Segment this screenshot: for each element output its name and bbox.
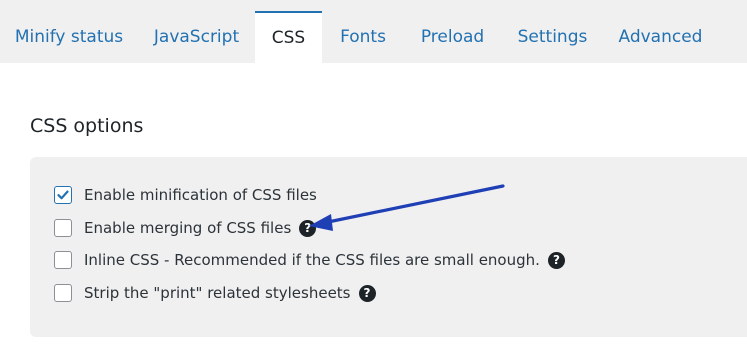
tab-bar: Minify status JavaScript CSS Fonts Prelo… — [0, 0, 747, 63]
option-minify-css: Enable minification of CSS files — [54, 184, 317, 206]
strip-print-label: Strip the "print" related stylesheets — [84, 284, 351, 302]
minify-css-label: Enable minification of CSS files — [84, 186, 317, 204]
checkmark-icon — [57, 190, 69, 200]
tab-javascript[interactable]: JavaScript — [138, 11, 255, 63]
merge-css-checkbox[interactable] — [54, 219, 72, 237]
help-icon[interactable]: ? — [299, 219, 317, 237]
tab-settings[interactable]: Settings — [501, 11, 604, 63]
inline-css-checkbox[interactable] — [54, 251, 72, 269]
help-icon[interactable]: ? — [547, 251, 565, 269]
tab-preload[interactable]: Preload — [404, 11, 501, 63]
tab-fonts[interactable]: Fonts — [322, 11, 404, 63]
minify-css-checkbox[interactable] — [54, 186, 72, 204]
inline-css-label: Inline CSS - Recommended if the CSS file… — [84, 251, 540, 269]
section-title: CSS options — [30, 115, 144, 137]
option-merge-css: Enable merging of CSS files ? — [54, 217, 317, 239]
tab-minify-status[interactable]: Minify status — [0, 11, 138, 63]
tab-advanced[interactable]: Advanced — [604, 11, 717, 63]
tab-css[interactable]: CSS — [255, 11, 322, 63]
merge-css-label: Enable merging of CSS files — [84, 219, 292, 237]
option-inline-css: Inline CSS - Recommended if the CSS file… — [54, 249, 565, 271]
settings-page: Minify status JavaScript CSS Fonts Prelo… — [0, 0, 747, 355]
help-icon[interactable]: ? — [358, 284, 376, 302]
option-strip-print: Strip the "print" related stylesheets ? — [54, 282, 376, 304]
strip-print-checkbox[interactable] — [54, 284, 72, 302]
